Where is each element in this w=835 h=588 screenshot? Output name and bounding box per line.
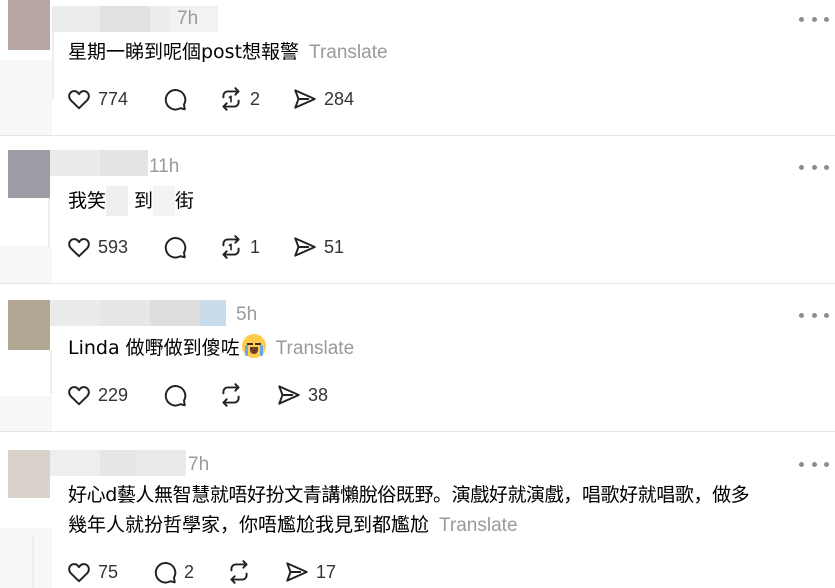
comment-button[interactable] [162,234,188,260]
like-count: 593 [98,236,129,257]
heart-icon [68,386,90,406]
heart-icon [68,563,90,583]
more-options-icon[interactable] [799,14,829,24]
heart-icon [68,238,90,258]
post-text-part: 街 [175,190,195,212]
post-text: Linda 做嘢做到傻咗 Translate [68,333,354,364]
comment-count: 2 [184,561,195,582]
comment-button[interactable]: 2 [152,559,194,585]
repost-icon [222,383,240,407]
translate-link[interactable]: Translate [276,338,355,359]
more-options-icon[interactable] [799,310,829,320]
avatar[interactable] [8,300,50,350]
post-1: 7h 星期一睇到呢個post想報警 Translate 774 2 284 [0,0,835,135]
post-text: 好心d藝人無智慧就唔好扮文青講懶脫俗既野。演戲好就演戲，唱歌好就唱歌，做多 幾年… [68,480,750,541]
heart-icon [68,90,90,110]
post-4: 7h 好心d藝人無智慧就唔好扮文青講懶脫俗既野。演戲好就演戲，唱歌好就唱歌，做多… [0,432,835,588]
share-icon [286,562,308,582]
post-time: 7h [188,454,210,475]
post-text-line-2: 幾年人就扮哲學家，你唔尷尬我見到都尷尬 Translate [68,510,749,541]
post-text: 星期一睇到呢個post想報警 Translate [68,37,388,68]
repost-icon [230,560,248,584]
like-count: 75 [98,561,119,582]
repost-icon [222,235,240,259]
translate-link[interactable]: Translate [439,515,518,536]
repost-count: 2 [250,88,261,109]
more-options-icon[interactable] [799,162,829,172]
like-button[interactable]: 75 [66,559,118,585]
loudly-crying-face-icon [241,334,266,358]
thread-blur [0,246,52,283]
share-button[interactable]: 38 [276,382,328,408]
share-count: 284 [324,88,355,109]
post-time: 7h [177,8,199,29]
share-button[interactable]: 17 [284,559,336,585]
post-text-content: 幾年人就扮哲學家，你唔尷尬我見到都尷尬 [68,514,430,536]
share-count: 51 [324,236,345,257]
post-text-part: 我笑 [68,190,107,212]
username-redacted[interactable] [50,150,148,176]
thread-blur [0,60,52,135]
username-redacted[interactable] [50,300,226,326]
post-text: 我笑 到街 [68,186,194,216]
share-count: 17 [316,561,337,582]
thread-line [32,536,34,588]
post-2: 11h 我笑 到街 593 1 51 [0,136,835,283]
thread-blur [0,396,52,431]
redacted-block [153,186,176,216]
avatar[interactable] [8,0,50,50]
translate-link[interactable]: Translate [309,42,388,63]
comment-icon [164,385,187,407]
share-icon [294,237,316,257]
redacted-block [106,186,129,216]
post-time: 5h [236,304,258,325]
comment-icon [164,89,187,111]
more-options-icon[interactable] [799,459,829,469]
comment-button[interactable] [162,382,188,408]
share-button[interactable]: 284 [292,86,354,112]
comment-button[interactable] [162,86,188,112]
share-count: 38 [308,384,329,405]
repost-button[interactable] [218,382,250,408]
action-bar: 774 2 284 [66,86,366,112]
post-text-content: 星期一睇到呢個post想報警 [68,41,300,63]
repost-button[interactable] [226,559,258,585]
thread-line [50,350,52,394]
action-bar: 75 2 17 [66,559,366,585]
like-button[interactable]: 229 [66,382,128,408]
comment-icon [164,237,187,259]
thread-blur [0,528,52,588]
repost-button[interactable]: 1 [218,234,260,260]
share-button[interactable]: 51 [292,234,344,260]
post-text-line: 好心d藝人無智慧就唔好扮文青講懶脫俗既野。演戲好就演戲，唱歌好就唱歌，做多 [68,484,750,506]
post-time: 11h [149,156,180,177]
like-count: 774 [98,88,129,109]
like-button[interactable]: 593 [66,234,128,260]
like-button[interactable]: 774 [66,86,128,112]
repost-button[interactable]: 2 [218,86,260,112]
username-redacted[interactable] [50,450,186,476]
comment-icon [154,562,177,584]
post-text-content: Linda 做嘢做到傻咗 [68,337,240,359]
thread-line [52,30,54,100]
like-count: 229 [98,384,129,405]
avatar[interactable] [8,450,50,498]
avatar[interactable] [8,150,50,198]
post-text-part: 到 [134,190,154,212]
repost-count: 1 [250,236,261,257]
action-bar: 593 1 51 [66,234,366,260]
thread-line [48,198,50,248]
share-icon [294,89,316,109]
repost-icon [222,87,240,111]
action-bar: 229 38 [66,382,366,408]
share-icon [278,385,300,405]
post-3: 5h Linda 做嘢做到傻咗 Translate 229 38 [0,284,835,431]
